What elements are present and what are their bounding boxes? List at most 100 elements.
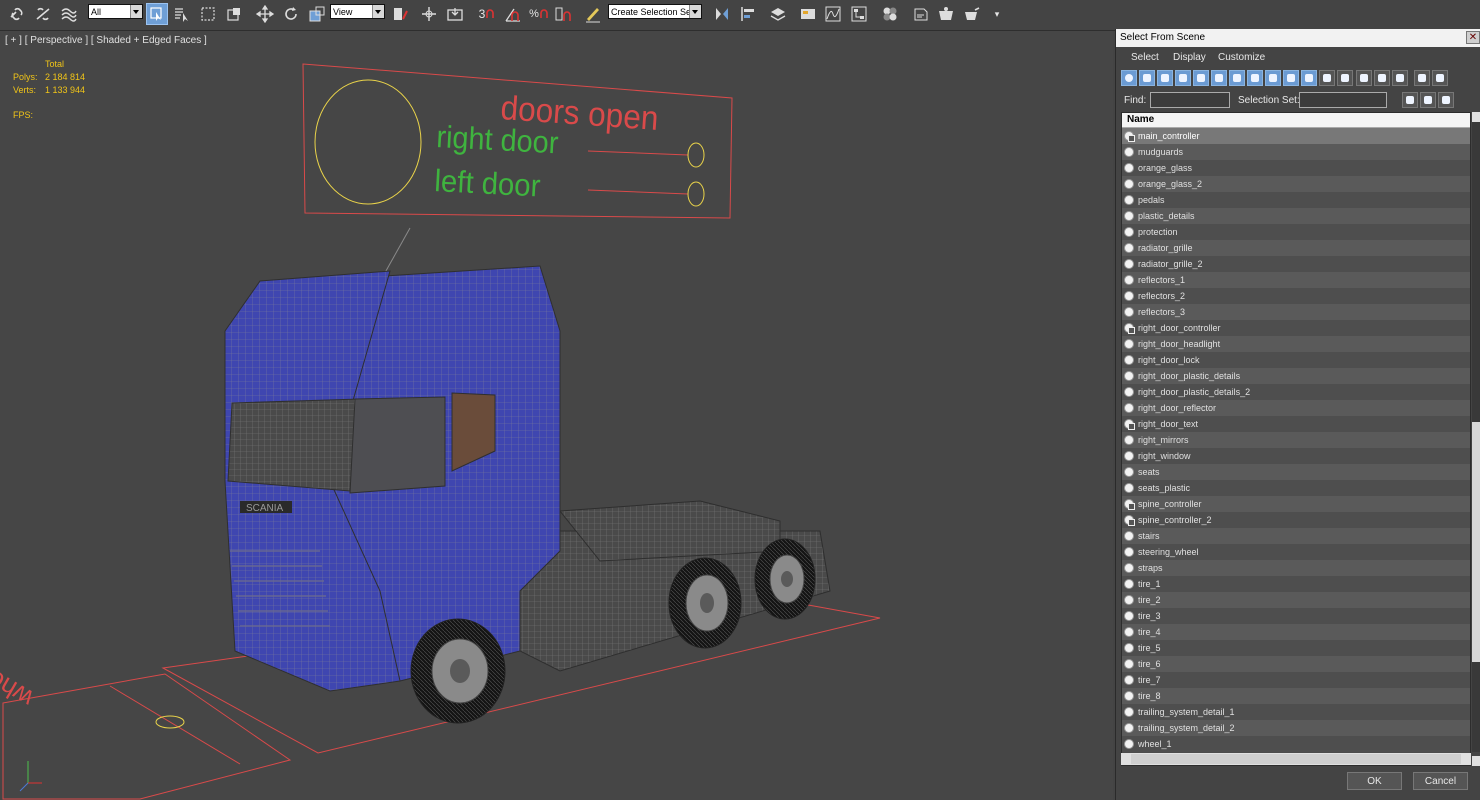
display-cameras-icon[interactable] xyxy=(1175,70,1191,86)
window-crossing-icon[interactable] xyxy=(223,3,245,25)
angle-snap-icon[interactable] xyxy=(502,3,524,25)
door-control-circle[interactable] xyxy=(314,79,422,205)
select-object-button[interactable] xyxy=(146,3,168,25)
display-shapes-icon[interactable] xyxy=(1139,70,1155,86)
list-item[interactable]: right_door_reflector xyxy=(1122,400,1470,416)
display-groups-icon[interactable] xyxy=(1229,70,1245,86)
selection-filter-dropdown[interactable]: All xyxy=(88,4,143,19)
add-selection-set-icon[interactable] xyxy=(1402,92,1418,108)
list-horizontal-scrollbar[interactable] xyxy=(1121,753,1471,765)
list-item[interactable]: orange_glass_2 xyxy=(1122,176,1470,192)
list-item[interactable]: stairs xyxy=(1122,528,1470,544)
display-bones-icon[interactable] xyxy=(1265,70,1281,86)
display-frozen-icon[interactable] xyxy=(1301,70,1317,86)
viewport-label[interactable]: [ + ] [ Perspective ] [ Shaded + Edged F… xyxy=(5,35,207,46)
list-item[interactable]: tire_5 xyxy=(1122,640,1470,656)
list-item[interactable]: straps xyxy=(1122,560,1470,576)
edit-selection-set-icon[interactable] xyxy=(1438,92,1454,108)
list-item[interactable]: mudguards xyxy=(1122,144,1470,160)
ok-button[interactable]: OK xyxy=(1347,772,1402,790)
display-hidden-icon[interactable] xyxy=(1319,70,1335,86)
list-item[interactable]: pedals xyxy=(1122,192,1470,208)
selection-set-dropdown[interactable] xyxy=(1299,92,1387,108)
list-item[interactable]: right_mirrors xyxy=(1122,432,1470,448)
list-item[interactable]: right_door_headlight xyxy=(1122,336,1470,352)
list-item[interactable]: reflectors_1 xyxy=(1122,272,1470,288)
keyboard-shortcut-icon[interactable] xyxy=(444,3,466,25)
list-item[interactable]: spine_controller_2 xyxy=(1122,512,1470,528)
list-item[interactable]: main_controller xyxy=(1122,128,1470,144)
list-item[interactable]: trailing_system_detail_2 xyxy=(1122,720,1470,736)
left-door-slider-knob[interactable] xyxy=(687,181,705,207)
named-selection-set-dropdown[interactable]: Create Selection Se xyxy=(608,4,702,19)
list-item[interactable]: right_window xyxy=(1122,448,1470,464)
rect-selection-region-icon[interactable] xyxy=(197,3,219,25)
display-geometry-icon[interactable] xyxy=(1121,70,1137,86)
dialog-title[interactable]: Select From Scene xyxy=(1116,29,1480,47)
toggle-ribbon-icon[interactable] xyxy=(797,3,819,25)
list-item[interactable]: right_door_plastic_details_2 xyxy=(1122,384,1470,400)
list-item[interactable]: tire_3 xyxy=(1122,608,1470,624)
render-setup-icon[interactable] xyxy=(910,3,932,25)
scale-icon[interactable] xyxy=(306,3,328,25)
display-space-warps-icon[interactable] xyxy=(1211,70,1227,86)
pivot-center-icon[interactable] xyxy=(389,3,411,25)
cancel-button[interactable]: Cancel xyxy=(1413,772,1468,790)
display-helpers-icon[interactable] xyxy=(1193,70,1209,86)
list-item[interactable]: tire_6 xyxy=(1122,656,1470,672)
reference-coordinate-dropdown[interactable]: View xyxy=(330,4,385,19)
spinner-snap-icon[interactable] xyxy=(552,3,574,25)
unlink-icon[interactable] xyxy=(32,3,54,25)
list-item[interactable]: tire_2 xyxy=(1122,592,1470,608)
schematic-view-icon[interactable] xyxy=(848,3,870,25)
list-item[interactable]: reflectors_3 xyxy=(1122,304,1470,320)
list-item[interactable]: seats xyxy=(1122,464,1470,480)
menu-customize[interactable]: Customize xyxy=(1218,52,1265,63)
rotate-icon[interactable] xyxy=(280,3,302,25)
list-item[interactable]: protection xyxy=(1122,224,1470,240)
list-vertical-scrollbar[interactable] xyxy=(1472,112,1480,766)
select-invert-icon[interactable] xyxy=(1392,70,1408,86)
list-item[interactable]: orange_glass xyxy=(1122,160,1470,176)
list-item[interactable]: tire_1 xyxy=(1122,576,1470,592)
filter-options-icon[interactable] xyxy=(1432,70,1448,86)
snap-toggle-icon[interactable]: 3 xyxy=(476,3,498,25)
scroll-thumb[interactable] xyxy=(1472,422,1480,662)
truck-model[interactable]: SCANIA xyxy=(224,265,831,724)
find-input[interactable] xyxy=(1150,92,1230,108)
toolbar-overflow-icon[interactable]: ▾ xyxy=(986,3,1008,25)
display-lights-icon[interactable] xyxy=(1157,70,1173,86)
list-item[interactable]: steering_wheel xyxy=(1122,544,1470,560)
percent-snap-icon[interactable]: % xyxy=(528,3,550,25)
perspective-viewport[interactable]: wheels rotation doors open right door le… xyxy=(0,31,1113,800)
list-item[interactable]: right_door_controller xyxy=(1122,320,1470,336)
list-item[interactable]: right_door_plastic_details xyxy=(1122,368,1470,384)
remove-selection-set-icon[interactable] xyxy=(1420,92,1436,108)
list-item[interactable]: right_door_lock xyxy=(1122,352,1470,368)
list-item[interactable]: tire_8 xyxy=(1122,688,1470,704)
scene-object-list[interactable]: Name main_controller mudguards orange_glas… xyxy=(1121,112,1471,766)
close-icon[interactable]: ✕ xyxy=(1466,31,1480,44)
horizontal-scroll-thumb[interactable] xyxy=(1131,754,1461,764)
list-view-icon[interactable] xyxy=(1356,70,1372,86)
list-item[interactable]: tire_4 xyxy=(1122,624,1470,640)
list-item[interactable]: spine_controller xyxy=(1122,496,1470,512)
right-door-slider-knob[interactable] xyxy=(687,142,705,168)
curve-editor-icon[interactable] xyxy=(822,3,844,25)
select-all-icon[interactable] xyxy=(1337,70,1353,86)
render-production-icon[interactable] xyxy=(961,3,983,25)
edit-named-selection-icon[interactable] xyxy=(582,3,604,25)
display-xrefs-icon[interactable] xyxy=(1247,70,1263,86)
link-icon[interactable] xyxy=(6,3,28,25)
column-header-name[interactable]: Name xyxy=(1122,113,1470,128)
list-item[interactable]: plastic_details xyxy=(1122,208,1470,224)
list-item[interactable]: reflectors_2 xyxy=(1122,288,1470,304)
layer-manager-icon[interactable] xyxy=(767,3,789,25)
move-icon[interactable] xyxy=(254,3,276,25)
list-item[interactable]: radiator_grille_2 xyxy=(1122,256,1470,272)
select-by-name-icon[interactable] xyxy=(171,3,193,25)
menu-select[interactable]: Select xyxy=(1131,52,1159,63)
select-none-icon[interactable] xyxy=(1374,70,1390,86)
select-manipulate-icon[interactable] xyxy=(418,3,440,25)
list-item[interactable]: trailing_system_detail_1 xyxy=(1122,704,1470,720)
